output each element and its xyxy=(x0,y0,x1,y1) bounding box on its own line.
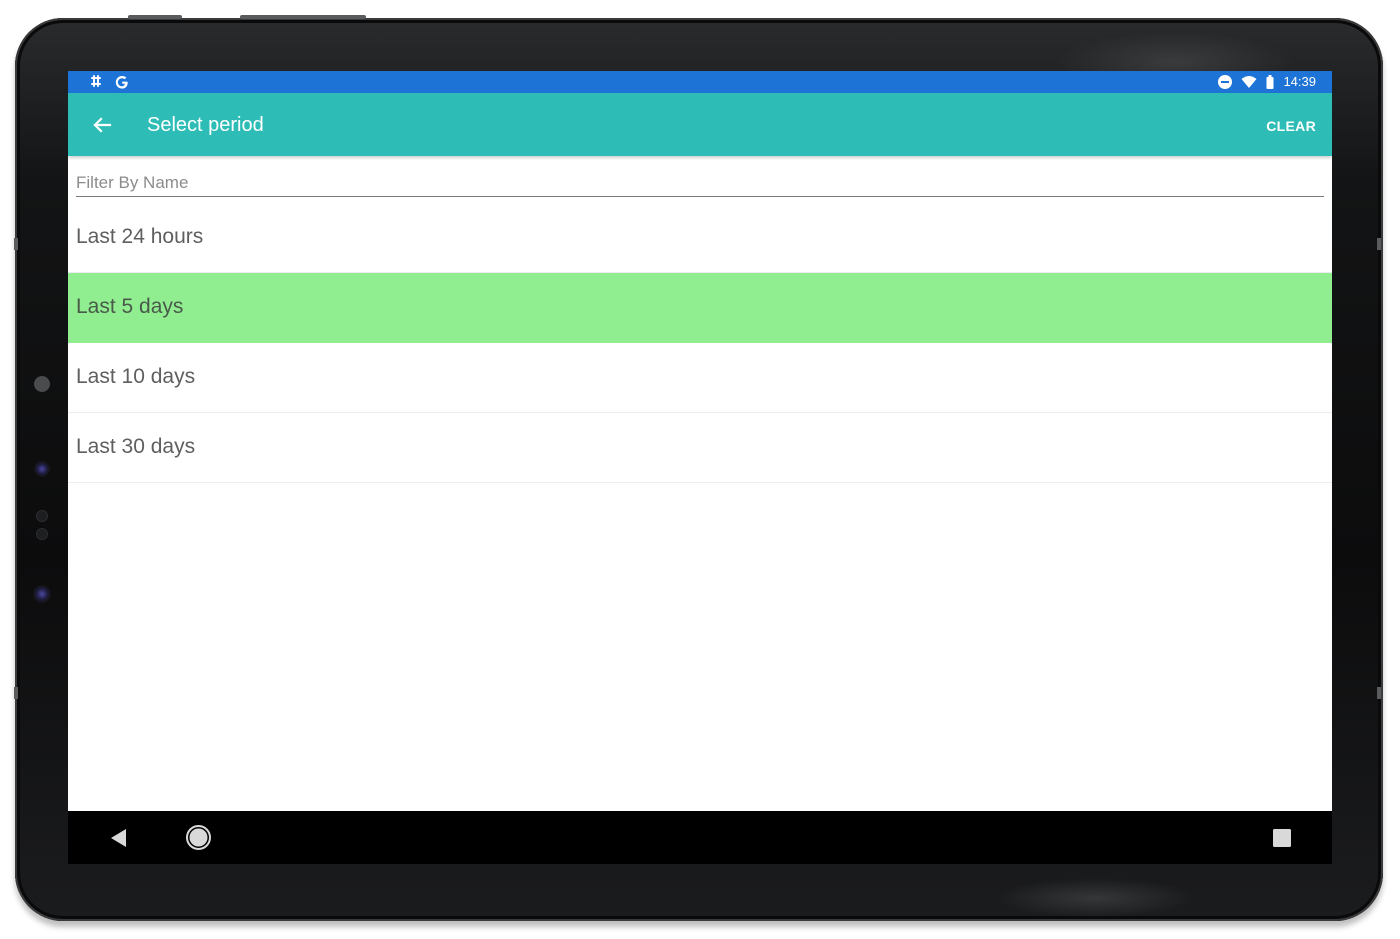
nav-home-button[interactable] xyxy=(185,824,212,851)
status-time: 14:39 xyxy=(1283,74,1316,89)
status-system-icons: 14:39 xyxy=(1217,73,1316,91)
back-triangle-icon xyxy=(111,829,126,847)
device-screenshot: 14:39 Select period CLEAR Last 24 hoursL… xyxy=(0,0,1400,939)
status-notifications xyxy=(88,73,130,91)
power-button xyxy=(128,15,182,19)
proximity-sensor xyxy=(36,510,48,522)
side-notch xyxy=(14,238,18,250)
proximity-sensor xyxy=(36,528,48,540)
side-notch xyxy=(1377,687,1381,699)
front-camera-lens xyxy=(34,461,50,477)
slack-icon xyxy=(88,73,104,91)
period-item-label: Last 5 days xyxy=(76,295,184,318)
home-circle-icon xyxy=(186,825,211,850)
period-item-label: Last 30 days xyxy=(76,435,196,458)
period-list: Last 24 hours Last 5 days Last 10 days Last… xyxy=(68,203,1332,483)
google-icon xyxy=(114,73,130,91)
status-bar: 14:39 xyxy=(68,71,1332,93)
nav-recents-button[interactable] xyxy=(1272,828,1292,848)
period-item[interactable]: Last 24 hours xyxy=(68,203,1332,273)
volume-button xyxy=(240,15,366,19)
recents-square-icon xyxy=(1273,829,1291,847)
app-bar: Select period CLEAR xyxy=(68,93,1332,156)
period-item[interactable]: Last 5 days xyxy=(68,273,1332,343)
page-title: Select period xyxy=(147,114,264,136)
light-sensor xyxy=(34,376,50,392)
nav-back-button[interactable] xyxy=(108,827,130,849)
period-item[interactable]: Last 30 days xyxy=(68,413,1332,483)
side-notch xyxy=(14,687,18,699)
side-notch xyxy=(1377,238,1381,250)
period-item[interactable]: Last 10 days xyxy=(68,343,1332,413)
period-item-label: Last 24 hours xyxy=(76,225,204,248)
navigation-bar xyxy=(68,811,1332,864)
battery-icon xyxy=(1265,73,1275,91)
back-button[interactable] xyxy=(88,111,116,139)
do-not-disturb-icon xyxy=(1217,73,1233,91)
wifi-icon xyxy=(1241,73,1257,91)
front-camera-lens xyxy=(33,585,51,603)
filter-by-name-input[interactable] xyxy=(76,169,1324,197)
arrow-left-icon xyxy=(93,117,112,133)
screen: 14:39 Select period CLEAR Last 24 hoursL… xyxy=(68,71,1332,864)
period-item-label: Last 10 days xyxy=(76,365,196,388)
clear-button[interactable]: CLEAR xyxy=(1266,117,1316,135)
